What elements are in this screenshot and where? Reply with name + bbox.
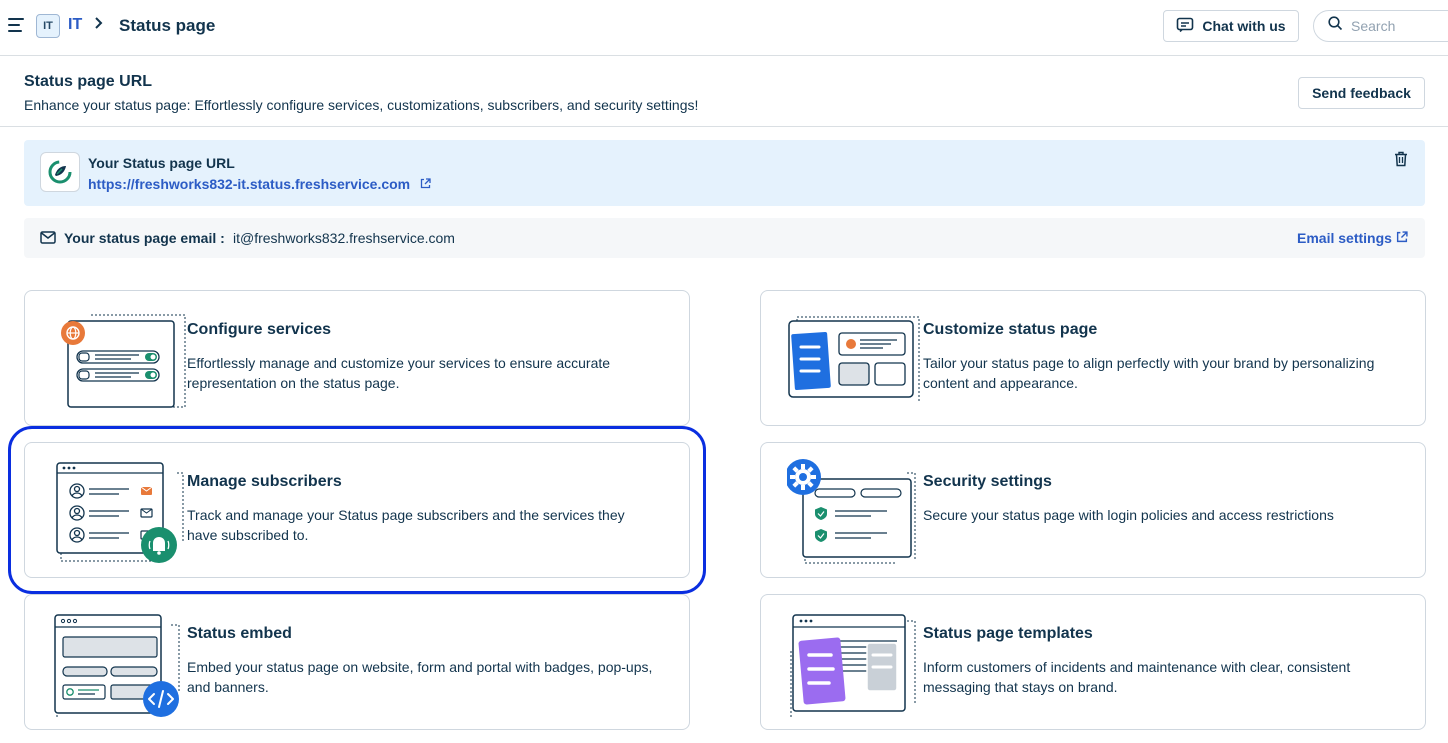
chat-icon — [1176, 17, 1194, 36]
configure-services-card[interactable]: Configure services Effortlessly manage a… — [24, 290, 690, 426]
status-page-email-label: Your status page email : — [64, 230, 225, 246]
card-description: Inform customers of incidents and mainte… — [923, 659, 1351, 695]
chat-with-us-label: Chat with us — [1202, 18, 1286, 34]
security-settings-card[interactable]: Security settings Secure your status pag… — [760, 442, 1426, 578]
templates-illustration-icon — [790, 614, 916, 719]
customize-status-page-card[interactable]: Customize status page Tailor your status… — [760, 290, 1426, 426]
top-navigation-bar: IT IT Status page Chat with us — [0, 0, 1448, 56]
chevron-right-icon — [94, 16, 104, 35]
manage-subscribers-card[interactable]: Manage subscribers Track and manage your… — [8, 426, 706, 594]
embed-illustration-icon — [54, 614, 180, 719]
status-page-url-label: Your Status page URL — [88, 155, 235, 171]
external-link-icon — [1396, 230, 1408, 246]
status-page-email-value: it@freshworks832.freshservice.com — [233, 230, 455, 246]
card-title: Status embed — [187, 625, 292, 642]
card-title: Customize status page — [923, 321, 1098, 338]
card-description: Effortlessly manage and customize your s… — [187, 355, 611, 391]
card-description: Tailor your status page to align perfect… — [923, 355, 1375, 391]
search-box[interactable] — [1313, 10, 1448, 42]
status-page-email-panel: Your status page email : it@freshworks83… — [24, 218, 1425, 258]
status-page-url-text: https://freshworks832-it.status.freshser… — [88, 176, 411, 192]
menu-icon[interactable] — [8, 18, 24, 32]
email-settings-link[interactable]: Email settings — [1297, 230, 1408, 246]
chat-with-us-button[interactable]: Chat with us — [1163, 10, 1299, 42]
external-link-icon — [420, 176, 431, 192]
card-description: Secure your status page with login polic… — [923, 507, 1334, 523]
status-page-url-panel: Your Status page URL https://freshworks8… — [24, 140, 1425, 206]
freshservice-logo-icon — [40, 152, 80, 192]
email-settings-label: Email settings — [1297, 230, 1392, 246]
card-title: Configure services — [187, 321, 332, 338]
card-description: Track and manage your Status page subscr… — [187, 507, 625, 543]
card-title: Security settings — [923, 473, 1052, 490]
status-page-url-link[interactable]: https://freshworks832-it.status.freshser… — [88, 176, 431, 192]
search-icon — [1328, 16, 1343, 36]
card-title: Manage subscribers — [187, 473, 342, 490]
security-illustration-icon — [787, 459, 916, 564]
mail-icon — [40, 231, 56, 249]
breadcrumb-current-page: Status page — [119, 16, 216, 35]
page-header: Status page URL Enhance your status page… — [0, 57, 1448, 127]
page-subtitle: Enhance your status page: Effortlessly c… — [24, 97, 699, 113]
services-illustration-icon — [61, 314, 186, 408]
subscribers-illustration-icon — [56, 462, 184, 563]
send-feedback-button[interactable]: Send feedback — [1298, 77, 1425, 109]
card-description: Embed your status page on website, form … — [187, 659, 653, 695]
breadcrumb-workspace-link[interactable]: IT — [68, 16, 82, 34]
status-page-templates-card[interactable]: Status page templates Inform customers o… — [760, 594, 1426, 730]
status-embed-card[interactable]: Status embed Embed your status page on w… — [24, 594, 690, 730]
customize-illustration-icon — [788, 316, 920, 403]
card-title: Status page templates — [923, 625, 1093, 642]
search-input[interactable] — [1351, 18, 1441, 34]
page-title: Status page URL — [24, 73, 153, 90]
delete-icon[interactable] — [1394, 151, 1408, 172]
workspace-badge: IT — [36, 14, 60, 38]
